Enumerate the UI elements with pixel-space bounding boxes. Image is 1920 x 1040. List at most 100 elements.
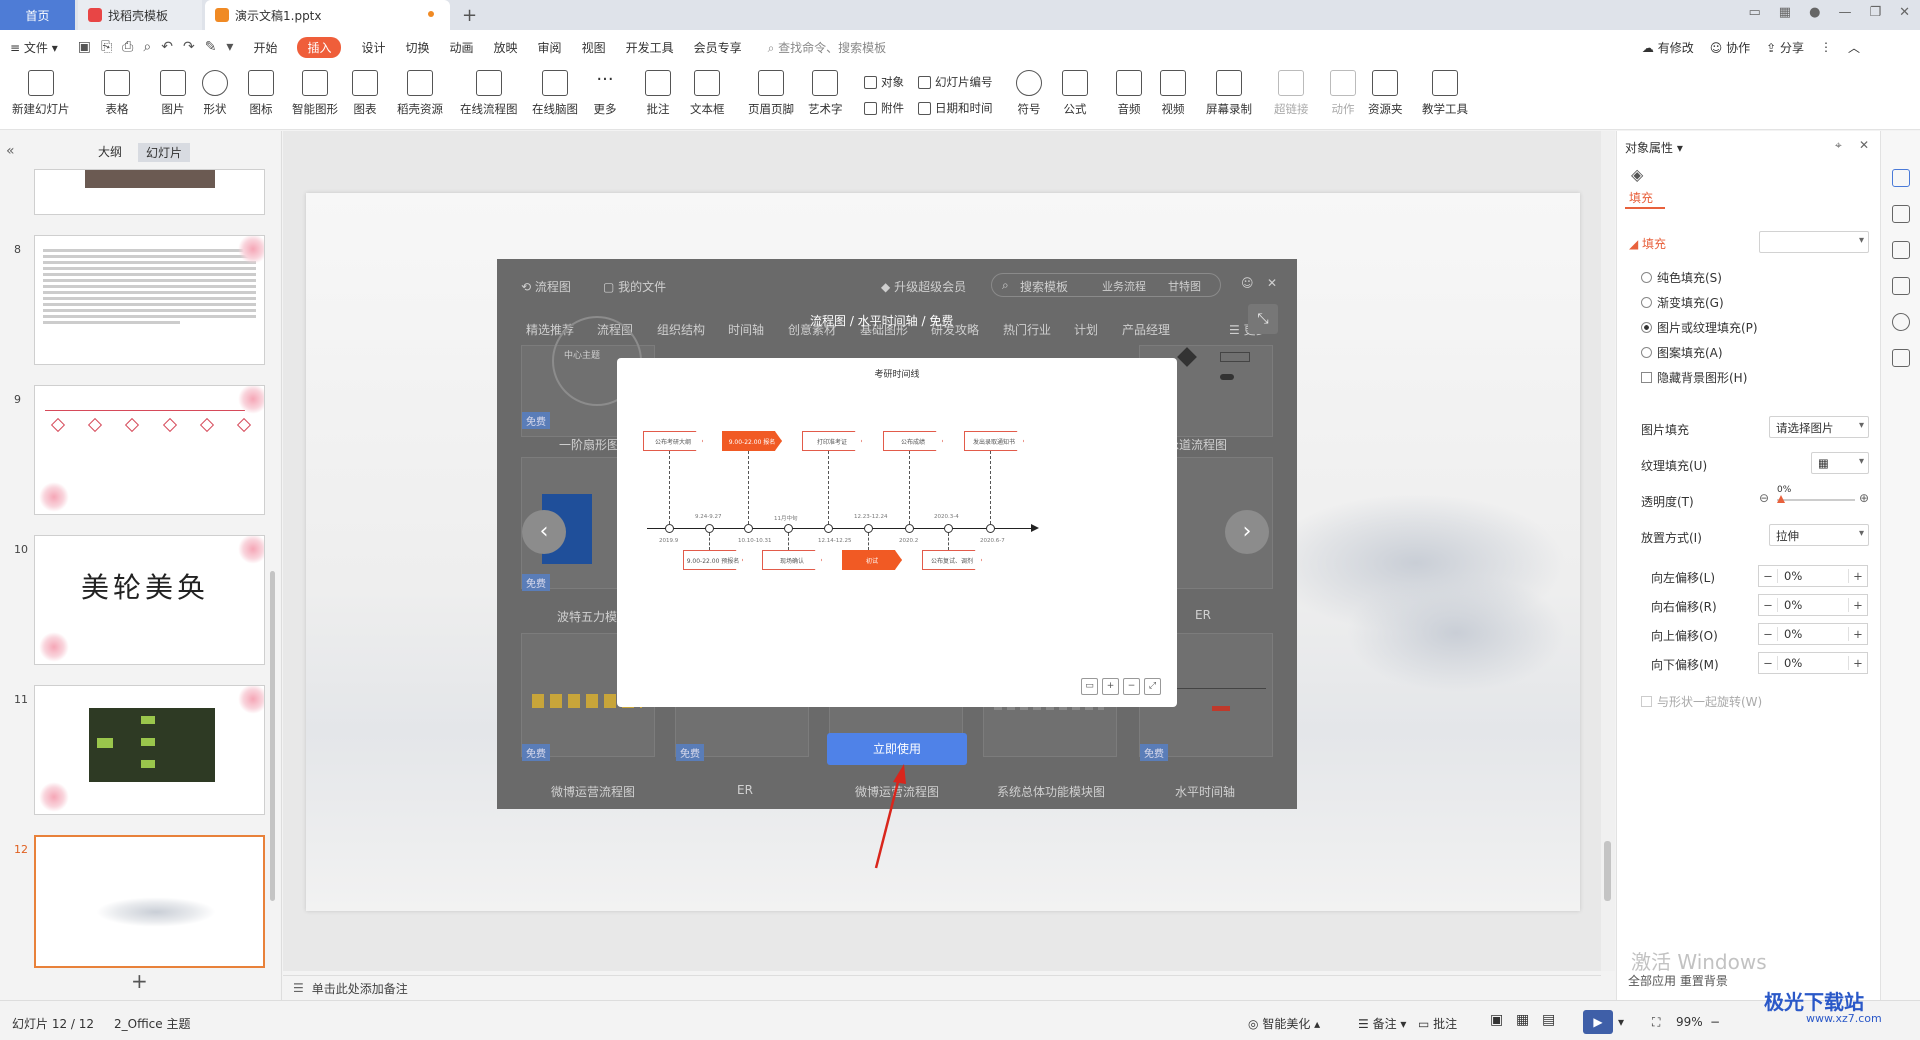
plus-icon[interactable]: + — [1849, 656, 1867, 670]
command-search[interactable]: ⌕ 查找命令、搜索模板 — [768, 39, 887, 56]
dialog-tab-myfiles[interactable]: ▢ 我的文件 — [603, 278, 666, 295]
tab-home[interactable]: 首页 — [0, 0, 75, 30]
modified-button[interactable]: ☁ 有修改 — [1642, 39, 1694, 56]
smart-art-button[interactable]: 智能图形 — [292, 70, 338, 117]
reading-view-icon[interactable]: ▤ — [1542, 1012, 1555, 1028]
category-timeline[interactable]: 时间轴 — [728, 321, 764, 338]
teaching-tools-button[interactable]: 教学工具 — [1422, 70, 1468, 117]
transparency-slider[interactable] — [1777, 495, 1855, 503]
more-button[interactable]: ··· 更多 — [592, 70, 618, 117]
table-button[interactable]: 表格 — [104, 70, 130, 117]
offset-top-value[interactable]: 0% — [1777, 627, 1849, 641]
menu-transition[interactable]: 切换 — [406, 39, 430, 56]
transition-icon[interactable] — [1892, 241, 1910, 259]
plus-icon[interactable]: + — [1849, 569, 1867, 583]
hot-search-1[interactable]: 业务流程 — [1102, 278, 1146, 294]
menu-review[interactable]: 审阅 — [538, 39, 562, 56]
zoom-out-icon[interactable]: − — [1710, 1015, 1720, 1029]
redo-icon[interactable]: ↷ — [183, 39, 195, 55]
print-icon[interactable]: ⎙ — [122, 39, 133, 55]
zoom-in-icon[interactable]: + — [1102, 678, 1119, 695]
previous-arrow-icon[interactable]: ‹ — [522, 510, 566, 554]
play-slideshow-icon[interactable]: ▶ — [1583, 1010, 1613, 1034]
tab-slides[interactable]: 幻灯片 — [138, 143, 191, 162]
offset-left-value[interactable]: 0% — [1777, 569, 1849, 583]
undo-icon[interactable]: ↶ — [161, 39, 173, 55]
menu-view[interactable]: 视图 — [582, 39, 606, 56]
minus-icon[interactable]: − — [1759, 598, 1777, 612]
location-icon[interactable] — [1892, 313, 1910, 331]
pin-icon[interactable]: ⌖ — [1835, 138, 1842, 153]
video-button[interactable]: 视频 — [1160, 70, 1186, 117]
avatar[interactable]: ● — [1809, 5, 1820, 20]
offset-right-value[interactable]: 0% — [1777, 598, 1849, 612]
notes-toggle[interactable]: ☰ 备注 ▾ — [1358, 1015, 1406, 1032]
offset-left-spinner[interactable]: −0% + — [1758, 565, 1868, 587]
play-options-icon[interactable]: ▾ — [1618, 1015, 1624, 1029]
menu-member[interactable]: 会员专享 — [694, 39, 742, 56]
feedback-icon[interactable]: ☺ — [1241, 276, 1254, 290]
tab-fill[interactable]: 填充 — [1629, 189, 1653, 206]
normal-view-icon[interactable]: ▣ — [1490, 1012, 1503, 1028]
comment-button[interactable]: 批注 — [645, 70, 671, 117]
add-slide-button[interactable]: + — [131, 969, 148, 993]
zoom-level[interactable]: 99% — [1676, 1015, 1703, 1029]
close-icon[interactable]: ✕ — [1267, 276, 1277, 290]
next-arrow-icon[interactable]: › — [1225, 510, 1269, 554]
picture-button[interactable]: 图片 — [160, 70, 186, 117]
animation-icon[interactable] — [1892, 205, 1910, 223]
menu-slideshow[interactable]: 放映 — [494, 39, 518, 56]
properties-icon[interactable] — [1892, 169, 1910, 187]
shape-button[interactable]: 形状 — [202, 70, 228, 117]
minus-icon[interactable]: − — [1759, 656, 1777, 670]
chart-button[interactable]: 图表 — [352, 70, 378, 117]
category-pm[interactable]: 产品经理 — [1122, 321, 1170, 338]
slider-handle[interactable] — [1777, 495, 1785, 503]
resource-folder-button[interactable]: 资源夹 — [1368, 70, 1403, 117]
minimize-icon[interactable]: — — [1838, 5, 1851, 20]
offset-top-spinner[interactable]: −0% + — [1758, 623, 1868, 645]
exit-fullscreen-icon[interactable]: ⤡ — [1248, 304, 1278, 334]
collapse-ribbon-icon[interactable]: ︿ — [1848, 39, 1860, 56]
smart-beautify-button[interactable]: ◎ 智能美化 ▴ — [1248, 1015, 1320, 1032]
collab-button[interactable]: ☺ 协作 — [1710, 39, 1750, 56]
rotate-with-shape-checkbox[interactable]: 与形状一起旋转(W) — [1641, 693, 1762, 710]
minus-icon[interactable]: − — [1759, 569, 1777, 583]
hyperlink-button[interactable]: 超链接 — [1274, 70, 1309, 117]
upgrade-vip-link[interactable]: ◆ 升级超级会员 — [881, 278, 966, 295]
restore-icon[interactable]: ❐ — [1869, 5, 1881, 20]
more-icon[interactable]: ⋮ — [1820, 40, 1832, 54]
chevron-down-icon[interactable]: ▾ — [226, 39, 233, 55]
transparency-plus-icon[interactable]: ⊕ — [1859, 491, 1869, 505]
texture-fill-select[interactable]: ▦ — [1811, 452, 1869, 474]
menu-developer[interactable]: 开发工具 — [626, 39, 674, 56]
hide-background-checkbox[interactable]: 隐藏背景图形(H) — [1641, 369, 1747, 386]
object-button[interactable]: 对象 — [864, 74, 904, 90]
online-mindmap-button[interactable]: 在线脑图 — [532, 70, 578, 117]
menu-start[interactable]: 开始 — [253, 39, 277, 56]
wordart-button[interactable]: 艺术字 — [808, 70, 843, 117]
icon-button[interactable]: 图标 — [248, 70, 274, 117]
docer-resource-button[interactable]: 稻壳资源 — [397, 70, 443, 117]
fullscreen-icon[interactable]: ⤢ — [1144, 678, 1161, 695]
slide-thumbnail-10[interactable]: 美轮美奂 — [34, 535, 265, 665]
menu-design[interactable]: 设计 — [361, 39, 385, 56]
tab-template[interactable]: 找稻壳模板 — [78, 0, 202, 30]
radio-solid-fill[interactable]: 纯色填充(S) — [1641, 269, 1722, 286]
preview-icon[interactable]: ⌕ — [143, 39, 151, 55]
template-search-input[interactable]: ⌕ 搜索模板 业务流程 甘特图 — [991, 273, 1221, 297]
fill-dropdown[interactable] — [1759, 231, 1869, 253]
slide-thumbnail-11[interactable] — [34, 685, 265, 815]
grid-icon[interactable]: ▦ — [1779, 5, 1791, 20]
online-flowchart-button[interactable]: 在线流程图 — [460, 70, 518, 117]
transparency-minus-icon[interactable]: ⊖ — [1759, 491, 1769, 505]
hot-search-2[interactable]: 甘特图 — [1168, 278, 1201, 294]
audio-button[interactable]: 音频 — [1116, 70, 1142, 117]
radio-pattern-fill[interactable]: 图案填充(A) — [1641, 344, 1723, 361]
book-icon[interactable] — [1892, 349, 1910, 367]
canvas-scrollbar[interactable] — [1601, 131, 1615, 971]
offset-bottom-spinner[interactable]: −0% + — [1758, 652, 1868, 674]
add-tab-button[interactable]: + — [462, 0, 477, 30]
placement-select[interactable]: 拉伸 — [1769, 524, 1869, 546]
file-menu[interactable]: ≡ 文件 ▾ — [10, 39, 58, 56]
